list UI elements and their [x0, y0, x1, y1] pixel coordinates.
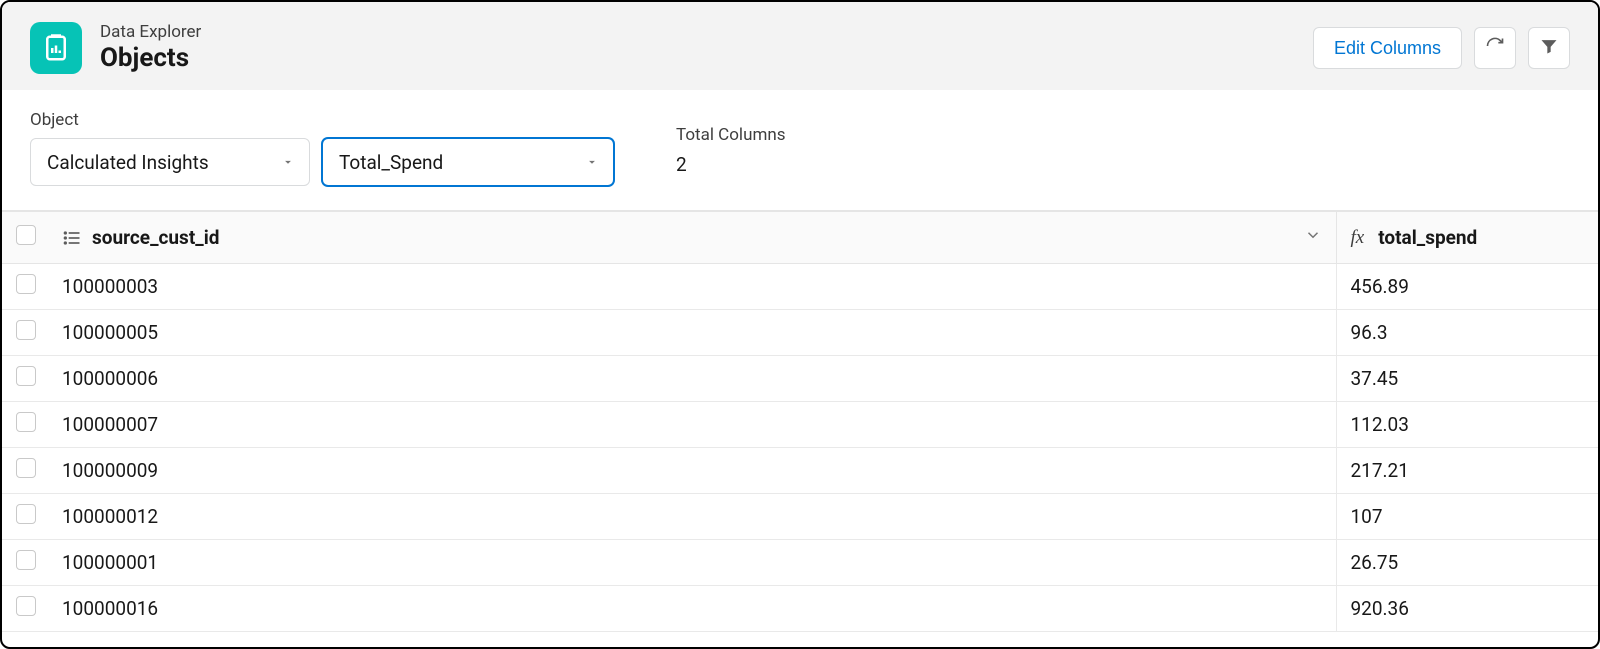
fx-icon: fx	[1351, 227, 1365, 249]
app-frame: Data Explorer Objects Edit Columns	[0, 0, 1600, 649]
title-block: Data Explorer Objects	[100, 22, 201, 74]
cell-total-spend: 96.3	[1336, 310, 1598, 356]
row-checkbox-cell	[2, 540, 48, 586]
filter-icon	[1539, 36, 1559, 61]
table-row: 100000012107	[2, 494, 1598, 540]
table-row: 100000003456.89	[2, 264, 1598, 310]
row-checkbox-cell	[2, 448, 48, 494]
row-checkbox-cell	[2, 310, 48, 356]
total-columns-group: Total Columns 2	[676, 125, 786, 186]
column-header-total-spend[interactable]: fx total_spend	[1336, 212, 1598, 264]
header-actions: Edit Columns	[1313, 27, 1570, 69]
cell-total-spend: 456.89	[1336, 264, 1598, 310]
cell-total-spend: 26.75	[1336, 540, 1598, 586]
caret-down-icon	[585, 151, 599, 174]
cell-source-cust-id: 100000012	[48, 494, 1336, 540]
row-checkbox[interactable]	[16, 320, 36, 340]
row-checkbox[interactable]	[16, 596, 36, 616]
cell-source-cust-id: 100000005	[48, 310, 1336, 356]
table-body: 100000003456.8910000000596.310000000637.…	[2, 264, 1598, 632]
object-name-value: Total_Spend	[339, 151, 443, 174]
edit-columns-button[interactable]: Edit Columns	[1313, 27, 1462, 69]
cell-total-spend: 37.45	[1336, 356, 1598, 402]
header-checkbox-cell	[2, 212, 48, 264]
header-left: Data Explorer Objects	[30, 22, 201, 74]
controls-bar: Object Calculated Insights Total_Spend T…	[2, 90, 1598, 211]
cell-total-spend: 107	[1336, 494, 1598, 540]
filter-button[interactable]	[1528, 27, 1570, 69]
object-label: Object	[30, 110, 614, 130]
row-checkbox[interactable]	[16, 458, 36, 478]
table-row: 10000000596.3	[2, 310, 1598, 356]
select-all-checkbox[interactable]	[16, 225, 36, 245]
row-checkbox-cell	[2, 356, 48, 402]
cell-source-cust-id: 100000016	[48, 586, 1336, 632]
table-row: 10000000126.75	[2, 540, 1598, 586]
row-checkbox[interactable]	[16, 550, 36, 570]
caret-down-icon	[281, 151, 295, 174]
row-checkbox[interactable]	[16, 412, 36, 432]
cell-source-cust-id: 100000009	[48, 448, 1336, 494]
table-row: 100000009217.21	[2, 448, 1598, 494]
refresh-button[interactable]	[1474, 27, 1516, 69]
table-row: 100000016920.36	[2, 586, 1598, 632]
page-title: Objects	[100, 43, 201, 74]
cell-source-cust-id: 100000001	[48, 540, 1336, 586]
cell-source-cust-id: 100000007	[48, 402, 1336, 448]
column-spend-label: total_spend	[1378, 226, 1477, 249]
table-row: 100000007112.03	[2, 402, 1598, 448]
list-icon	[62, 228, 82, 248]
object-type-dropdown[interactable]: Calculated Insights	[30, 138, 310, 186]
page-subtitle: Data Explorer	[100, 22, 201, 42]
row-checkbox-cell	[2, 402, 48, 448]
row-checkbox-cell	[2, 494, 48, 540]
object-type-value: Calculated Insights	[47, 151, 209, 174]
cell-source-cust-id: 100000003	[48, 264, 1336, 310]
object-control-group: Object Calculated Insights Total_Spend	[30, 110, 614, 186]
data-table-wrap: source_cust_id fx total_spend	[2, 211, 1598, 647]
cell-total-spend: 112.03	[1336, 402, 1598, 448]
row-checkbox-cell	[2, 586, 48, 632]
cell-source-cust-id: 100000006	[48, 356, 1336, 402]
object-name-dropdown[interactable]: Total_Spend	[322, 138, 614, 186]
page-header: Data Explorer Objects Edit Columns	[2, 2, 1598, 90]
table-row: 10000000637.45	[2, 356, 1598, 402]
row-checkbox[interactable]	[16, 366, 36, 386]
data-explorer-icon	[30, 22, 82, 74]
row-checkbox[interactable]	[16, 504, 36, 524]
column-header-source-cust-id[interactable]: source_cust_id	[48, 212, 1336, 264]
cell-total-spend: 217.21	[1336, 448, 1598, 494]
total-columns-value: 2	[676, 153, 786, 186]
row-checkbox-cell	[2, 264, 48, 310]
total-columns-label: Total Columns	[676, 125, 786, 145]
cell-total-spend: 920.36	[1336, 586, 1598, 632]
chevron-down-icon[interactable]	[1304, 226, 1322, 249]
column-id-label: source_cust_id	[92, 226, 219, 249]
refresh-icon	[1485, 36, 1505, 61]
row-checkbox[interactable]	[16, 274, 36, 294]
data-table: source_cust_id fx total_spend	[2, 211, 1598, 632]
